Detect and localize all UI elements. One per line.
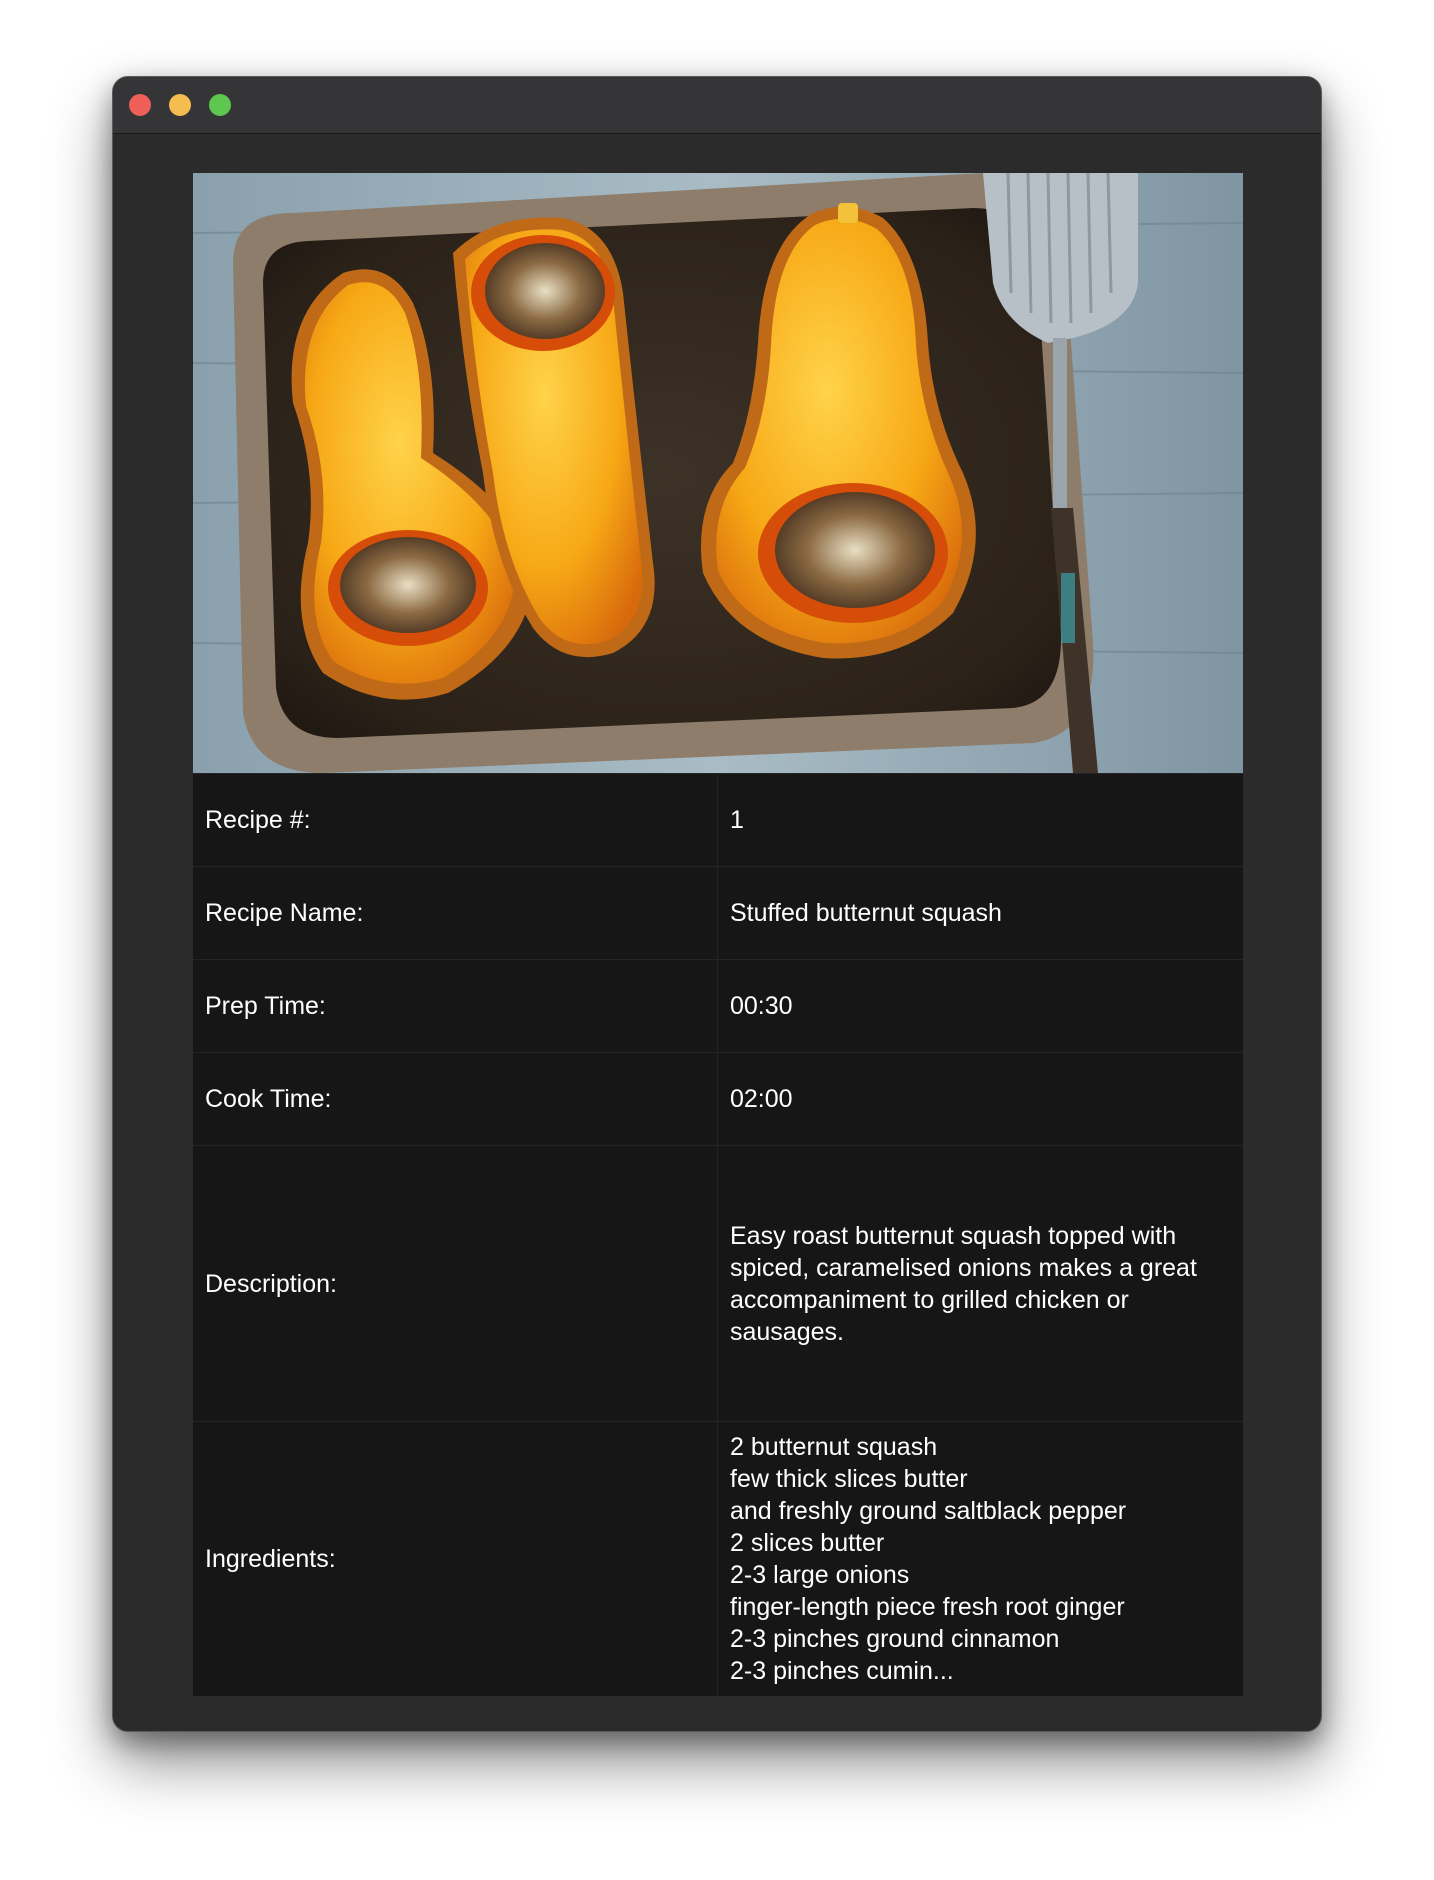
app-window: Recipe #: 1 Recipe Name: Stuffed buttern… <box>112 76 1322 1732</box>
close-button[interactable] <box>129 94 151 116</box>
description-value: Easy roast butternut squash topped with … <box>717 1145 1243 1422</box>
recipe-detail: Recipe #: 1 Recipe Name: Stuffed buttern… <box>193 173 1243 1696</box>
ingredients-label: Ingredients: <box>193 1421 718 1696</box>
description-label: Description: <box>193 1145 718 1422</box>
table-row: Description: Easy roast butternut squash… <box>193 1145 1243 1422</box>
cook-time-label: Cook Time: <box>193 1052 718 1146</box>
recipe-photo <box>193 173 1243 773</box>
recipe-number-value: 1 <box>717 773 1243 867</box>
recipe-details-table: Recipe #: 1 Recipe Name: Stuffed buttern… <box>193 773 1243 1696</box>
minimize-button[interactable] <box>169 94 191 116</box>
ingredients-value: 2 butternut squash few thick slices butt… <box>717 1421 1243 1696</box>
table-row: Ingredients: 2 butternut squash few thic… <box>193 1421 1243 1696</box>
prep-time-value: 00:30 <box>717 959 1243 1053</box>
table-row: Cook Time: 02:00 <box>193 1052 1243 1146</box>
cook-time-value: 02:00 <box>717 1052 1243 1146</box>
zoom-button[interactable] <box>209 94 231 116</box>
table-row: Recipe #: 1 <box>193 773 1243 867</box>
title-bar[interactable] <box>113 77 1321 134</box>
recipe-number-label: Recipe #: <box>193 773 718 867</box>
table-row: Recipe Name: Stuffed butternut squash <box>193 866 1243 960</box>
recipe-name-value: Stuffed butternut squash <box>717 866 1243 960</box>
prep-time-label: Prep Time: <box>193 959 718 1053</box>
recipe-name-label: Recipe Name: <box>193 866 718 960</box>
table-row: Prep Time: 00:30 <box>193 959 1243 1053</box>
